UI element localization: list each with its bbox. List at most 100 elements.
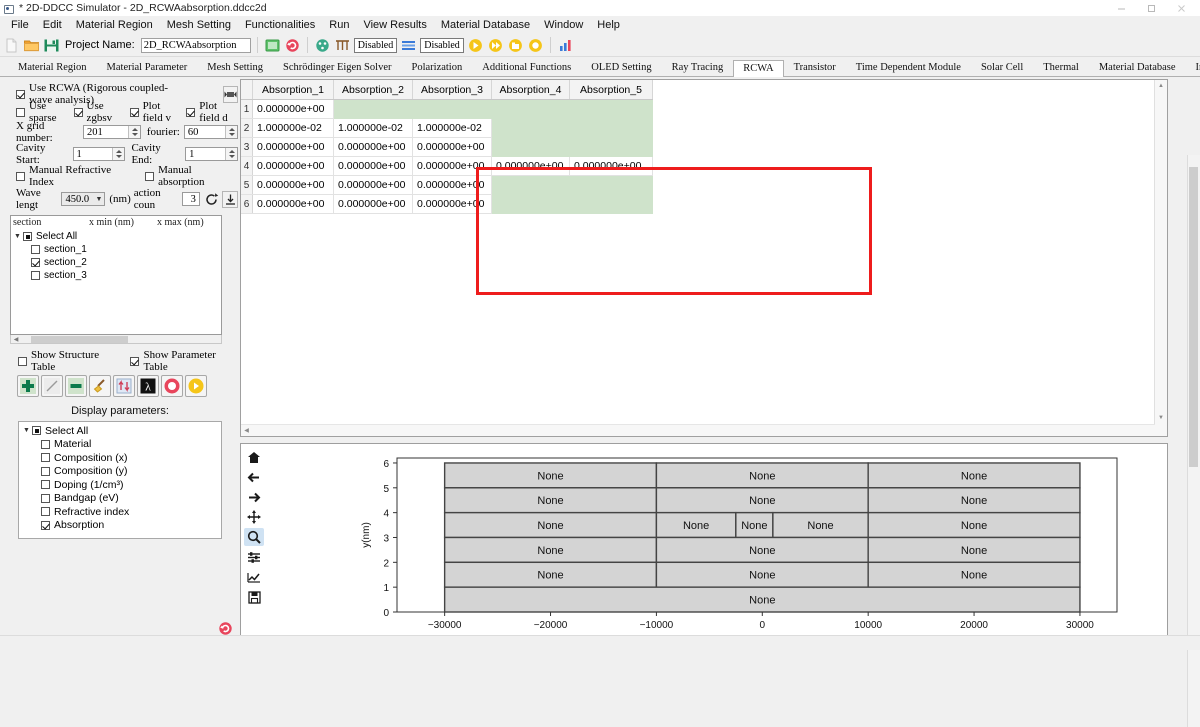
cell-r3c1[interactable]: 0.000000e+00 <box>252 137 334 157</box>
play-circle-icon[interactable] <box>185 375 207 397</box>
project-name-input[interactable]: 2D_RCWAabsorption <box>140 37 251 53</box>
cell-r5c3[interactable]: 0.000000e+00 <box>412 175 492 195</box>
plot-field-v-checkbox[interactable] <box>129 107 139 117</box>
remove-icon[interactable] <box>65 375 87 397</box>
refresh-icon[interactable] <box>284 37 301 54</box>
forward-arrow-icon[interactable] <box>244 488 264 506</box>
add-icon[interactable] <box>17 375 39 397</box>
cell-r3c4[interactable] <box>491 137 570 157</box>
tab-material-region[interactable]: Material Region <box>8 59 97 76</box>
chevron-down-icon[interactable]: ▼ <box>23 427 32 434</box>
menu-item-window[interactable]: Window <box>537 18 590 32</box>
menu-item-functionalities[interactable]: Functionalities <box>238 18 322 32</box>
tab-input-editor[interactable]: Input Editor <box>1186 59 1200 76</box>
cell-r5c1[interactable]: 0.000000e+00 <box>252 175 334 195</box>
layers-icon[interactable] <box>400 37 417 54</box>
use-sparse-checkbox[interactable] <box>16 107 25 117</box>
stop-circle-icon[interactable] <box>161 375 183 397</box>
cell-r5c5[interactable] <box>569 175 653 195</box>
display-select-all-checkbox[interactable] <box>32 426 41 436</box>
reset-arrow-icon[interactable] <box>204 191 219 208</box>
minimize-icon[interactable] <box>1106 0 1136 16</box>
scroll-down-icon[interactable]: ▼ <box>1155 412 1167 424</box>
plot-field-d-checkbox[interactable] <box>186 107 196 117</box>
cell-r1c1[interactable]: 0.000000e+00 <box>252 99 334 119</box>
cell-r1c3[interactable] <box>412 99 492 119</box>
screenshot-icon[interactable] <box>264 37 281 54</box>
cell-r4c2[interactable]: 0.000000e+00 <box>333 156 413 176</box>
chart-icon[interactable] <box>557 37 574 54</box>
absorption-checkbox[interactable] <box>41 520 50 530</box>
cell-r2c4[interactable] <box>491 118 570 138</box>
tab-solar-cell[interactable]: Solar Cell <box>971 59 1033 76</box>
tab-transistor[interactable]: Transistor <box>784 59 846 76</box>
tab-time-dependent-module[interactable]: Time Dependent Module <box>846 59 971 76</box>
doping-checkbox[interactable] <box>41 480 50 490</box>
chevron-down-icon[interactable]: ▼ <box>14 233 23 240</box>
show-parameter-table-checkbox[interactable] <box>130 356 140 366</box>
display-select-all-row[interactable]: ▼ Select All <box>23 424 217 438</box>
hscroll-thumb[interactable] <box>31 335 128 343</box>
section-row-1[interactable]: section_1 <box>14 243 218 256</box>
column-header-absorption-5[interactable]: Absorption_5 <box>569 80 653 100</box>
pan-move-icon[interactable] <box>244 508 264 526</box>
save-icon[interactable] <box>43 37 60 54</box>
display-param-doping[interactable]: Doping (1/cm³) <box>23 478 217 492</box>
display-parameters-list[interactable]: ▼ Select All Material Composition (x) Co… <box>18 421 222 539</box>
grid-icon[interactable] <box>334 37 351 54</box>
cell-r4c1[interactable]: 0.000000e+00 <box>252 156 334 176</box>
display-param-refractive-index[interactable]: Refractive index <box>23 505 217 519</box>
tab-rcwa[interactable]: RCWA <box>733 60 784 77</box>
wavelength-select[interactable]: 450.0 ▼ <box>61 192 106 206</box>
stop-icon[interactable] <box>527 37 544 54</box>
display-param-composition-y[interactable]: Composition (y) <box>23 465 217 479</box>
mesh-icon[interactable] <box>314 37 331 54</box>
cell-r2c5[interactable] <box>569 118 653 138</box>
section-1-checkbox[interactable] <box>31 245 40 254</box>
solver-status-pill[interactable]: Disabled <box>420 37 464 53</box>
refresh-circle-icon[interactable] <box>217 622 234 636</box>
cell-r1c4[interactable] <box>491 99 570 119</box>
cell-r3c2[interactable]: 0.000000e+00 <box>333 137 413 157</box>
cell-r6c4[interactable] <box>491 194 570 214</box>
menu-item-file[interactable]: File <box>4 18 36 32</box>
table-row[interactable]: 2 1.000000e-02 1.000000e-02 1.000000e-02 <box>241 118 653 138</box>
cell-r4c4[interactable]: 0.000000e+00 <box>491 156 570 176</box>
home-icon[interactable] <box>244 448 264 466</box>
page-scroll-thumb[interactable] <box>1189 167 1198 467</box>
edit-icon[interactable] <box>41 375 63 397</box>
table-row[interactable]: 4 0.000000e+00 0.000000e+00 0.000000e+00… <box>241 156 653 176</box>
run-icon[interactable] <box>467 37 484 54</box>
table-row[interactable]: 6 0.000000e+00 0.000000e+00 0.000000e+00 <box>241 194 653 214</box>
x-grid-number-stepper[interactable]: 201 <box>82 125 141 139</box>
maximize-icon[interactable] <box>1136 0 1166 16</box>
scroll-left-icon[interactable]: ◀ <box>241 427 252 434</box>
clear-broom-icon[interactable] <box>89 375 111 397</box>
composition-x-checkbox[interactable] <box>41 453 50 463</box>
column-header-absorption-1[interactable]: Absorption_1 <box>252 80 334 100</box>
menu-item-run[interactable]: Run <box>322 18 356 32</box>
cell-r4c5[interactable]: 0.000000e+00 <box>569 156 653 176</box>
display-param-material[interactable]: Material <box>23 438 217 452</box>
material-checkbox[interactable] <box>41 439 50 449</box>
lambda-icon[interactable]: λ <box>137 375 159 397</box>
section-list-box[interactable]: section x min (nm) x max (nm) ▼ Select A… <box>10 215 222 335</box>
use-rcwa-checkbox[interactable] <box>16 89 25 99</box>
section-3-checkbox[interactable] <box>31 271 40 280</box>
cell-r6c1[interactable]: 0.000000e+00 <box>252 194 334 214</box>
table-horizontal-scrollbar[interactable]: ◀ <box>241 424 1155 436</box>
column-header-absorption-3[interactable]: Absorption_3 <box>412 80 492 100</box>
menu-item-help[interactable]: Help <box>590 18 627 32</box>
action-count-input[interactable]: 3 <box>181 192 200 206</box>
back-arrow-icon[interactable] <box>244 468 264 486</box>
cavity-end-stepper[interactable]: 1 <box>185 147 238 161</box>
structure-plot[interactable]: None None None None None None None None None None… <box>267 444 1167 646</box>
display-param-composition-x[interactable]: Composition (x) <box>23 451 217 465</box>
menu-item-material-database[interactable]: Material Database <box>434 18 537 32</box>
menu-item-material-region[interactable]: Material Region <box>69 18 160 32</box>
configure-subplots-icon[interactable] <box>244 548 264 566</box>
absorption-table[interactable]: Absorption_1 Absorption_2 Absorption_3 A… <box>241 80 653 214</box>
fourier-stepper[interactable]: 60 <box>183 125 238 139</box>
download-icon[interactable] <box>222 190 238 208</box>
composition-y-checkbox[interactable] <box>41 466 50 476</box>
